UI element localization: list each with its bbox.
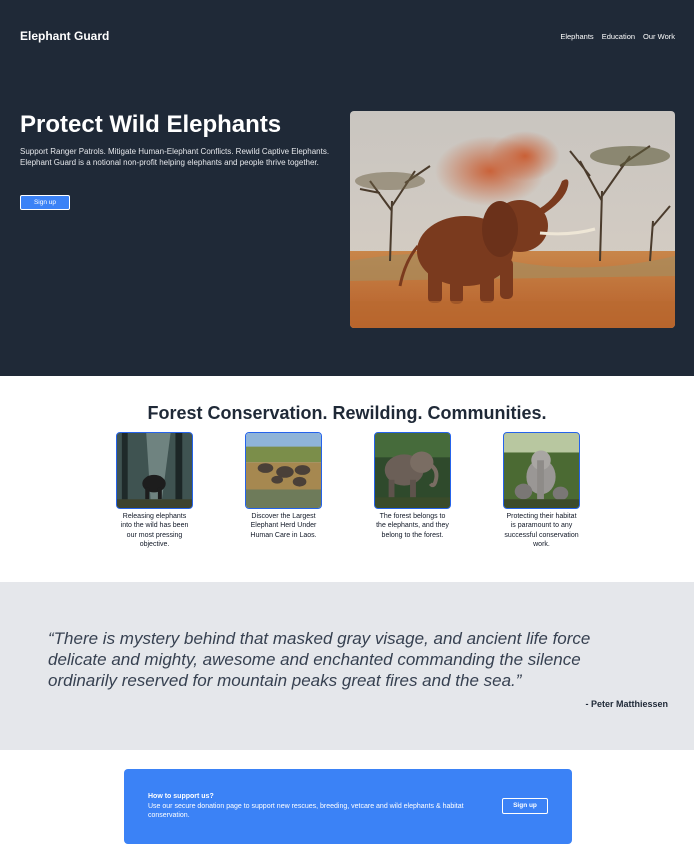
quote-author: - Peter Matthiessen [585, 699, 668, 709]
quote-text: “There is mystery behind that masked gra… [48, 629, 591, 690]
feature-image-forest-elephant [374, 432, 451, 509]
feature-caption-forest: The forest belongs to the elephants, and… [376, 513, 449, 539]
feature-caption-habitat: Protecting their habitat is paramount to… [504, 513, 579, 548]
features-title: Forest Conservation. Rewilding. Communit… [147, 403, 547, 423]
nav-link-our-work[interactable]: Our Work [643, 32, 675, 41]
support-signup-button[interactable]: Sign up [502, 798, 548, 814]
feature-card-herd[interactable]: Discover the Largest Elephant Herd Under… [245, 432, 322, 540]
support-text: Use our secure donation page to support … [148, 803, 464, 819]
feature-caption-rewilding: Releasing elephants into the wild has be… [120, 513, 189, 548]
main-nav: Elephants Education Our Work [560, 32, 675, 41]
feature-caption-herd: Discover the Largest Elephant Herd Under… [250, 513, 317, 539]
feature-image-habitat [503, 432, 580, 509]
brand-logo[interactable]: Elephant Guard [20, 29, 109, 43]
nav-link-education[interactable]: Education [602, 32, 635, 41]
hero-elephant-photo [350, 111, 675, 328]
feature-card-rewilding[interactable]: Releasing elephants into the wild has be… [116, 432, 193, 549]
hero-signup-button[interactable]: Sign up [20, 195, 70, 210]
feature-image-forest-release [116, 432, 193, 509]
hero-title: Protect Wild Elephants [20, 111, 282, 138]
hero-section: Elephant Guard Elephants Education Our W… [0, 0, 694, 376]
hero-about: Elephant Guard is a notional non-profit … [20, 157, 319, 167]
nav-link-elephants[interactable]: Elephants [560, 32, 593, 41]
support-cta-panel: How to support us? Use our secure donati… [124, 769, 572, 844]
hero-tagline: Support Ranger Patrols. Mitigate Human-E… [20, 147, 330, 156]
feature-image-elephant-herd [245, 432, 322, 509]
quote-section: “There is mystery behind that masked gra… [0, 582, 694, 750]
feature-card-habitat[interactable]: Protecting their habitat is paramount to… [503, 432, 580, 549]
hero-description: Support Ranger Patrols. Mitigate Human-E… [20, 147, 340, 168]
feature-card-forest[interactable]: The forest belongs to the elephants, and… [374, 432, 451, 540]
support-heading: How to support us? [148, 793, 214, 800]
